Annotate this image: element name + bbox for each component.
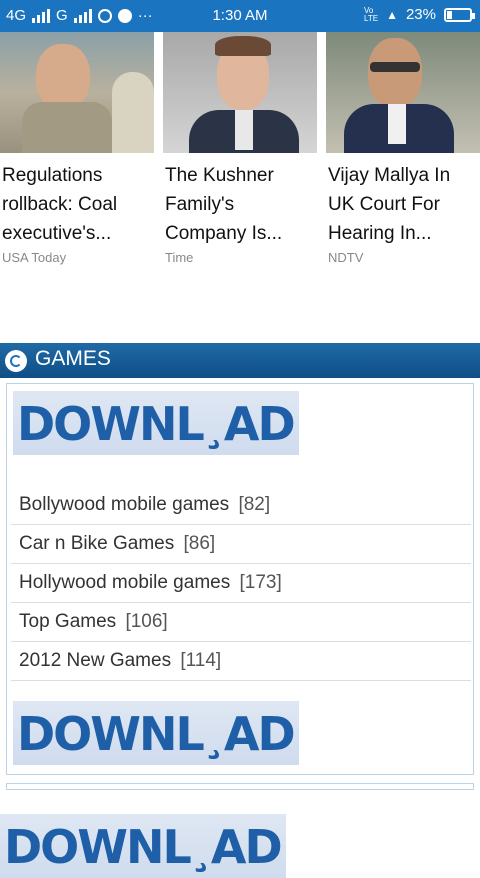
list-item[interactable]: Top Games [106] <box>11 603 471 642</box>
list-item-count: [82] <box>238 494 271 515</box>
download-banner-text: DOWNL¸AD <box>17 397 296 451</box>
news-strip: Regulations rollback: Coal executive's..… <box>0 32 480 272</box>
list-item[interactable]: Car n Bike Games [86] <box>11 525 471 564</box>
games-list: Bollywood mobile games [82] Car n Bike G… <box>11 486 471 681</box>
news-image <box>0 32 154 153</box>
games-box: DOWNL¸AD Bollywood mobile games [82] Car… <box>6 383 474 775</box>
list-item-label: Hollywood mobile games <box>19 572 231 593</box>
download-banner-text: DOWNL¸AD <box>4 820 283 874</box>
list-item-label: 2012 New Games <box>19 650 172 671</box>
list-item[interactable]: Hollywood mobile games [173] <box>11 564 471 603</box>
news-source: Time <box>165 250 194 265</box>
news-card[interactable]: The Kushner Family's Company Is... Time <box>163 32 317 265</box>
wifi-icon: ▲ <box>386 7 398 22</box>
games-header-label: GAMES <box>35 347 111 370</box>
news-card[interactable]: Vijay Mallya In UK Court For Hearing In.… <box>326 32 480 265</box>
news-image <box>326 32 480 153</box>
list-item-label: Car n Bike Games <box>19 533 175 554</box>
news-title: Vijay Mallya In UK Court For Hearing In.… <box>328 165 451 244</box>
download-banner[interactable]: DOWNL¸AD <box>0 814 286 878</box>
games-section-header[interactable]: GAMES <box>0 343 480 378</box>
volte-icon: Vo LTE <box>364 5 379 23</box>
list-item-label: Bollywood mobile games <box>19 494 230 515</box>
news-card[interactable]: Regulations rollback: Coal executive's..… <box>0 32 154 265</box>
news-source: NDTV <box>328 250 364 265</box>
list-item-count: [173] <box>239 572 282 593</box>
download-banner-text: DOWNL¸AD <box>17 707 296 761</box>
news-title: The Kushner Family's Company Is... <box>165 165 283 244</box>
section-logo-icon <box>5 350 27 372</box>
download-banner[interactable]: DOWNL¸AD <box>13 701 299 765</box>
list-item-count: [86] <box>183 533 216 554</box>
list-item-label: Top Games <box>19 611 117 632</box>
list-item-count: [106] <box>125 611 168 632</box>
section-divider <box>6 783 474 790</box>
status-bar: 4G G ··· 1:30 AM Vo LTE ▲ 23% <box>0 0 480 32</box>
download-banner[interactable]: DOWNL¸AD <box>13 391 299 455</box>
list-item[interactable]: 2012 New Games [114] <box>11 642 471 681</box>
news-title: Regulations rollback: Coal executive's..… <box>2 165 118 244</box>
battery-percent: 23% <box>405 6 436 23</box>
battery-icon <box>444 7 475 22</box>
list-item[interactable]: Bollywood mobile games [82] <box>11 486 471 525</box>
list-item-count: [114] <box>180 650 222 671</box>
news-source: USA Today <box>2 250 67 265</box>
status-right: Vo LTE ▲ 23% <box>364 5 475 23</box>
news-image <box>163 32 317 153</box>
